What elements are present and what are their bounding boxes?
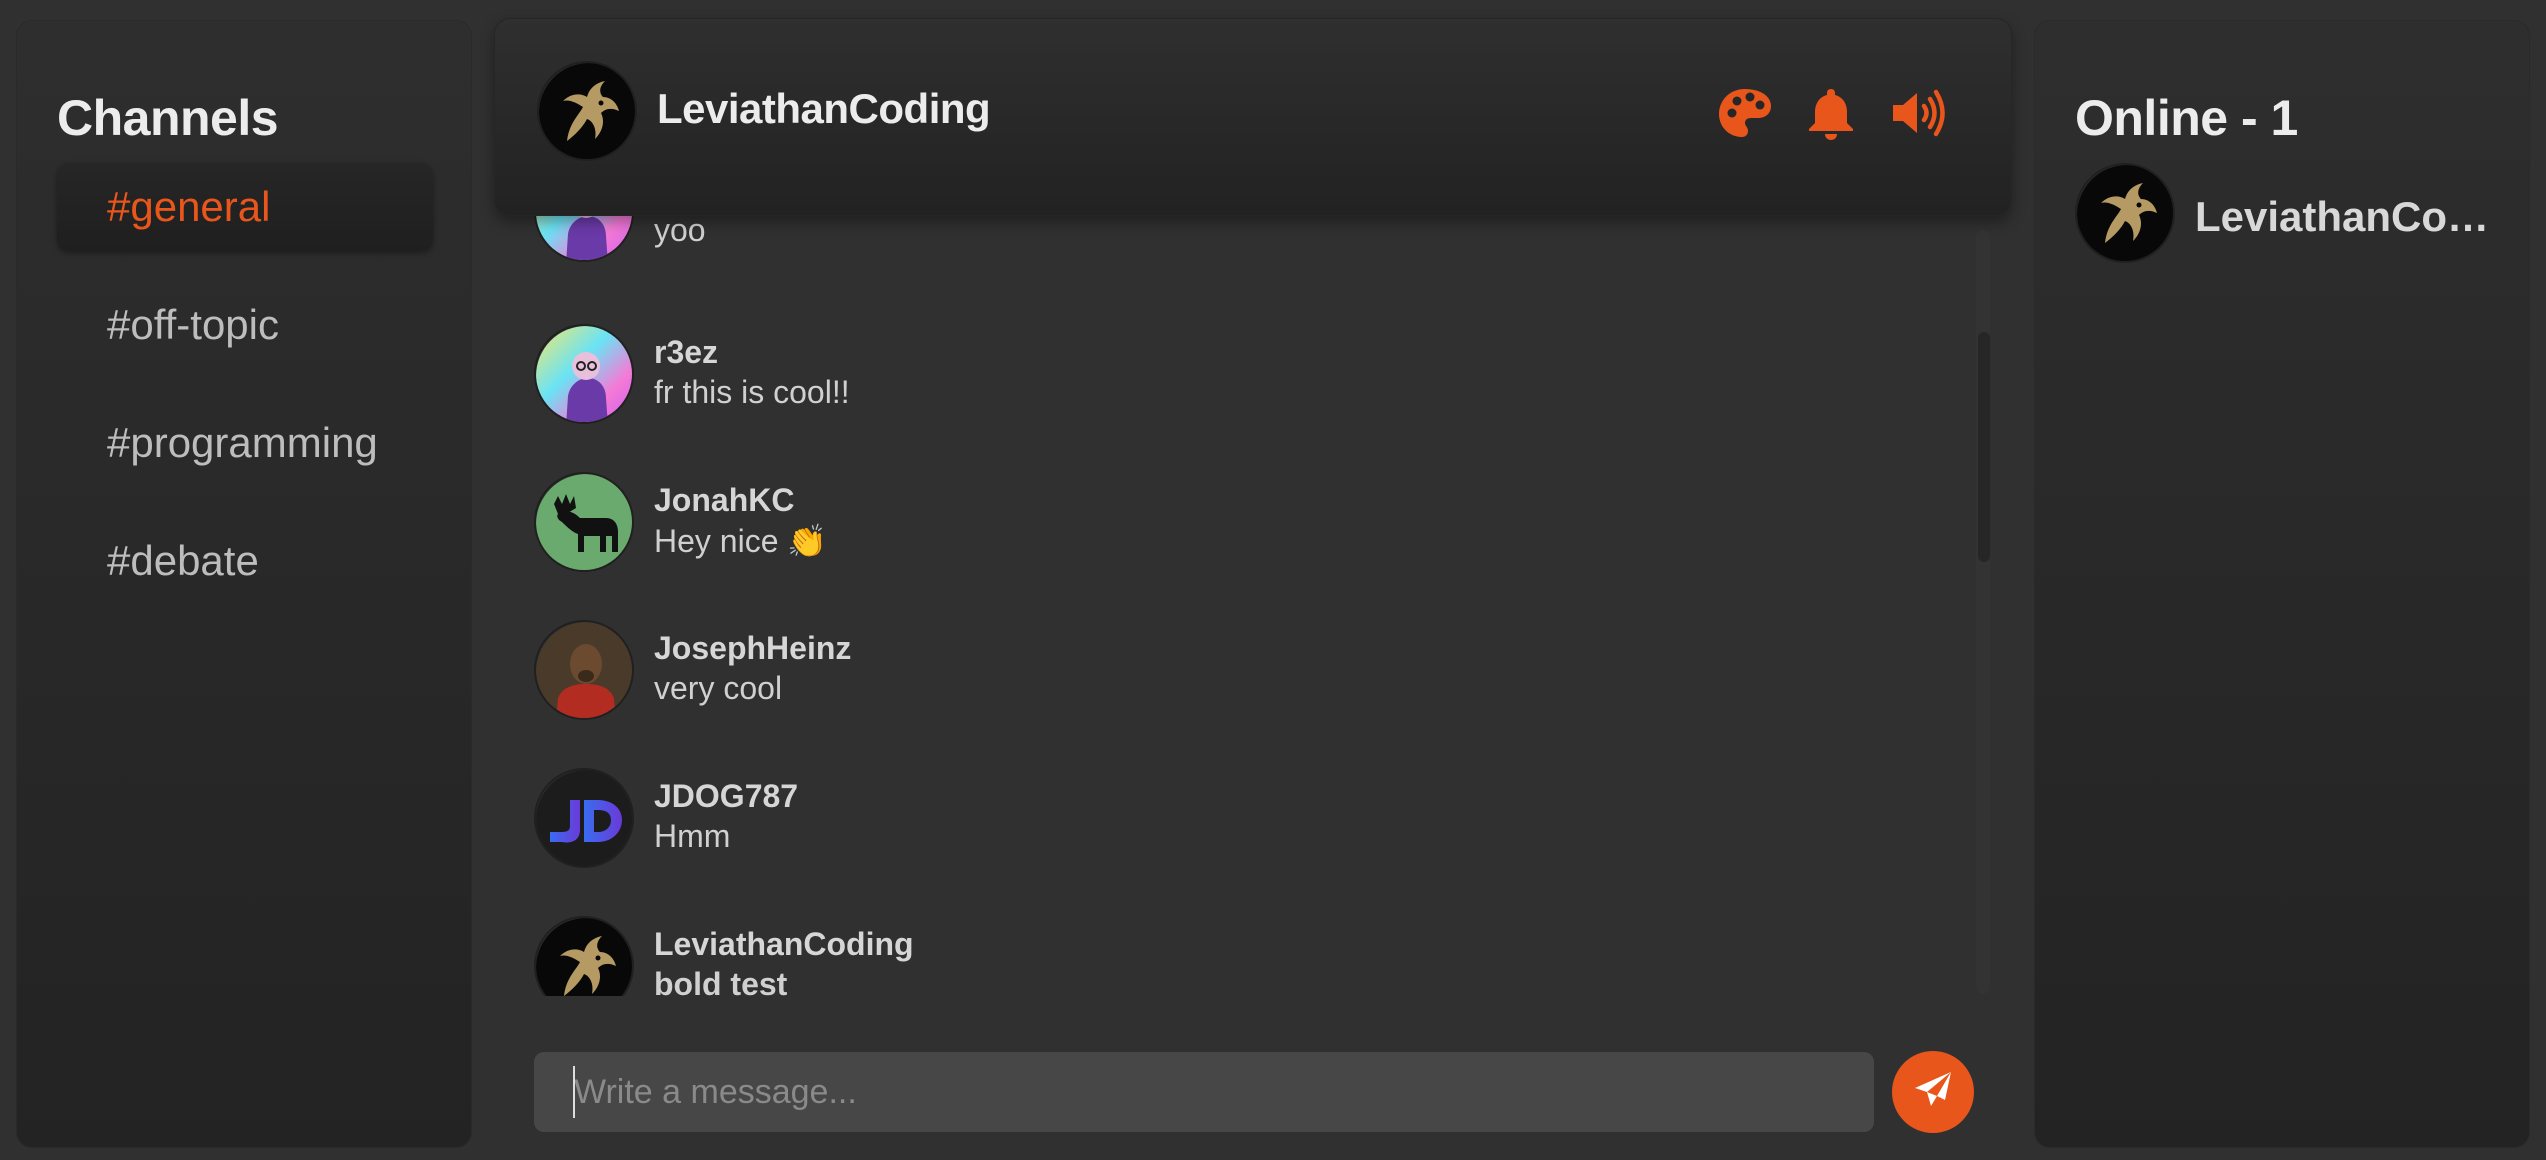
scrollbar-thumb[interactable] bbox=[1978, 332, 1990, 562]
send-button[interactable] bbox=[1892, 1051, 1974, 1133]
r3ez-avatar bbox=[534, 324, 634, 424]
online-user[interactable]: LeviathanCoding bbox=[2075, 163, 2515, 267]
message-author: r3ez bbox=[654, 334, 719, 370]
dog-portrait-avatar bbox=[534, 620, 634, 720]
text-caret bbox=[573, 1066, 575, 1118]
dragon-avatar bbox=[537, 61, 637, 161]
online-sidebar: Online - 1 LeviathanCoding bbox=[2034, 20, 2530, 1148]
message-input[interactable] bbox=[534, 1052, 1874, 1132]
dragon-avatar bbox=[534, 916, 634, 996]
message-item: r3ez fr this is cool!! bbox=[534, 324, 1934, 434]
message-author: JonahKC bbox=[654, 482, 795, 518]
message-text: Hey nice 👏 bbox=[654, 523, 828, 559]
current-user-name: LeviathanCoding bbox=[657, 85, 991, 132]
paper-plane-icon bbox=[1911, 1068, 1955, 1117]
message-author: JDOG787 bbox=[654, 778, 799, 814]
r3ez-avatar bbox=[534, 216, 634, 262]
message-author: JosephHeinz bbox=[654, 630, 852, 666]
online-user-name: LeviathanCoding bbox=[2195, 193, 2495, 240]
palette-icon[interactable] bbox=[1715, 83, 1775, 143]
message-item: JosephHeinz very cool bbox=[534, 620, 1934, 730]
moose-avatar bbox=[534, 472, 634, 572]
message-list[interactable]: yoo r3ez fr this is cool!! JonahKC Hey n… bbox=[494, 216, 1994, 996]
channel-off-topic[interactable]: #off-topic bbox=[57, 281, 433, 369]
message-text: fr this is cool!! bbox=[654, 374, 850, 410]
message-item: JDOG787 Hmm bbox=[534, 768, 1934, 878]
chat-header: LeviathanCoding bbox=[494, 18, 2012, 216]
online-title: Online - 1 bbox=[2075, 90, 2298, 146]
message-item: JonahKC Hey nice 👏 bbox=[534, 472, 1934, 582]
dragon-avatar bbox=[2075, 163, 2175, 263]
message-text: very cool bbox=[654, 670, 783, 706]
message-item: yoo bbox=[534, 216, 1934, 272]
chat-app: Channels #general #off-topic #programmin… bbox=[0, 0, 2546, 1160]
message-item: LeviathanCoding bold test bbox=[534, 916, 1934, 996]
channel-debate[interactable]: #debate bbox=[57, 517, 433, 605]
message-text: bold test bbox=[654, 966, 788, 996]
message-author: LeviathanCoding bbox=[654, 926, 914, 962]
channels-sidebar: Channels #general #off-topic #programmin… bbox=[16, 20, 472, 1148]
channel-programming[interactable]: #programming bbox=[57, 399, 433, 487]
volume-icon[interactable] bbox=[1887, 83, 1947, 143]
channels-title: Channels bbox=[57, 90, 279, 146]
bell-icon[interactable] bbox=[1801, 83, 1861, 143]
message-text: Hmm bbox=[654, 818, 731, 854]
jd-logo-avatar bbox=[534, 768, 634, 868]
channel-general[interactable]: #general bbox=[57, 163, 433, 251]
message-text: yoo bbox=[654, 216, 706, 248]
